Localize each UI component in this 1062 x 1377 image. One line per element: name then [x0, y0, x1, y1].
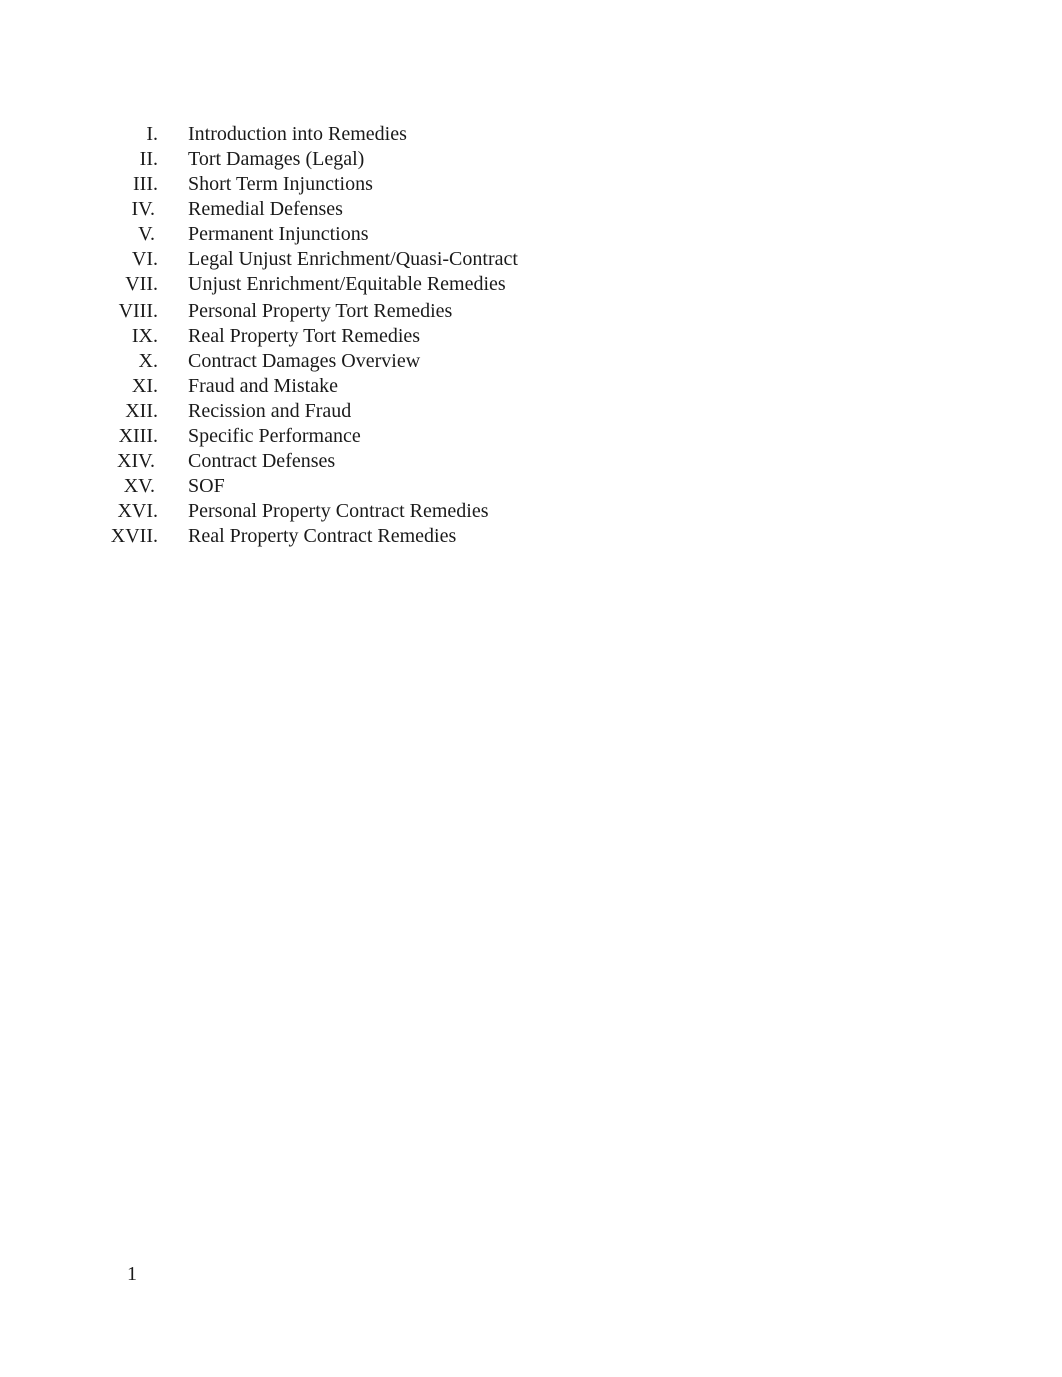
outline-text: Legal Unjust Enrichment/Quasi-Contract [188, 248, 518, 270]
outline-item: XVII. Real Property Contract Remedies [0, 524, 700, 549]
outline-text: Specific Performance [188, 424, 361, 447]
outline-text: Unjust Enrichment/Equitable Remedies [188, 273, 506, 295]
outline-numeral: XII. [125, 399, 158, 422]
outline-text: Contract Damages Overview [188, 349, 421, 372]
outline-numeral: XVI. [117, 499, 158, 522]
outline-text: Tort Damages (Legal) [188, 148, 365, 170]
outline-item: VII. Unjust Enrichment/Equitable Remedie… [0, 272, 700, 299]
outline-numeral: X. [138, 349, 158, 372]
outline-text: SOF [188, 474, 225, 497]
outline-text: Contract Defenses [188, 449, 336, 472]
outline-text: Recission and Fraud [188, 399, 352, 422]
outline-item: XII. Recission and Fraud [0, 399, 700, 424]
outline-numeral: XV. [123, 474, 155, 497]
outline-text: Introduction into Remedies [188, 123, 407, 145]
outline-numeral: XIII. [118, 424, 158, 447]
outline-text: Real Property Contract Remedies [188, 524, 457, 547]
document-page: I. Introduction into Remedies II. Tort D… [0, 0, 1062, 1377]
outline-numeral: IX. [131, 324, 158, 347]
outline-text: Personal Property Tort Remedies [188, 299, 453, 322]
outline-numeral: V. [138, 223, 155, 245]
outline-numeral: XVII. [110, 524, 158, 547]
outline-numeral: III. [133, 173, 158, 195]
outline-item: IV. Remedial Defenses [0, 197, 700, 222]
outline-text: Permanent Injunctions [188, 223, 369, 245]
outline-text: Real Property Tort Remedies [188, 324, 421, 347]
outline-numeral: IV. [131, 198, 155, 220]
outline-numeral: XI. [131, 374, 158, 397]
outline-text: Personal Property Contract Remedies [188, 499, 489, 522]
outline-item: IX. Real Property Tort Remedies [0, 324, 700, 349]
outline-item: VI. Legal Unjust Enrichment/Quasi-Contra… [0, 247, 700, 272]
outline-item: II. Tort Damages (Legal) [0, 147, 700, 172]
outline-item: I. Introduction into Remedies [0, 122, 700, 147]
outline-item: VIII. Personal Property Tort Remedies [0, 299, 700, 324]
outline-item: XV. SOF [0, 474, 700, 499]
outline-text: Remedial Defenses [188, 198, 343, 220]
outline-item: XIV. Contract Defenses [0, 449, 700, 474]
outline-numeral: XIV. [117, 449, 155, 472]
outline-list: I. Introduction into Remedies II. Tort D… [0, 122, 700, 549]
outline-numeral: VI. [131, 248, 158, 270]
outline-numeral: I. [146, 123, 158, 145]
outline-item: III. Short Term Injunctions [0, 172, 700, 197]
outline-text: Short Term Injunctions [188, 173, 373, 195]
outline-item: XI. Fraud and Mistake [0, 374, 700, 399]
outline-item: X. Contract Damages Overview [0, 349, 700, 374]
page-number: 1 [127, 1263, 137, 1285]
outline-item: XVI. Personal Property Contract Remedies [0, 499, 700, 524]
outline-item: XIII. Specific Performance [0, 424, 700, 449]
outline-numeral: VII. [125, 273, 158, 295]
outline-item: V. Permanent Injunctions [0, 222, 700, 247]
outline-numeral: VIII. [118, 299, 158, 322]
outline-numeral: II. [139, 148, 158, 170]
outline-text: Fraud and Mistake [188, 374, 338, 397]
